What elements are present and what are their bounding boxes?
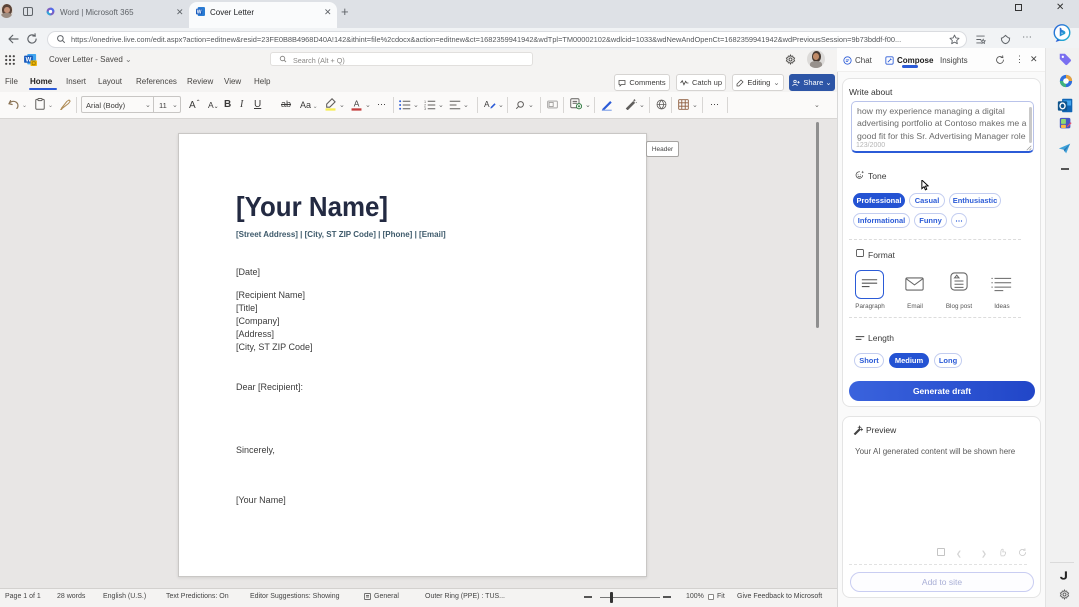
svg-text:W: W — [197, 9, 202, 15]
svg-text:A: A — [484, 100, 490, 109]
svg-text:3: 3 — [424, 107, 426, 110]
svg-text:A: A — [354, 98, 360, 108]
